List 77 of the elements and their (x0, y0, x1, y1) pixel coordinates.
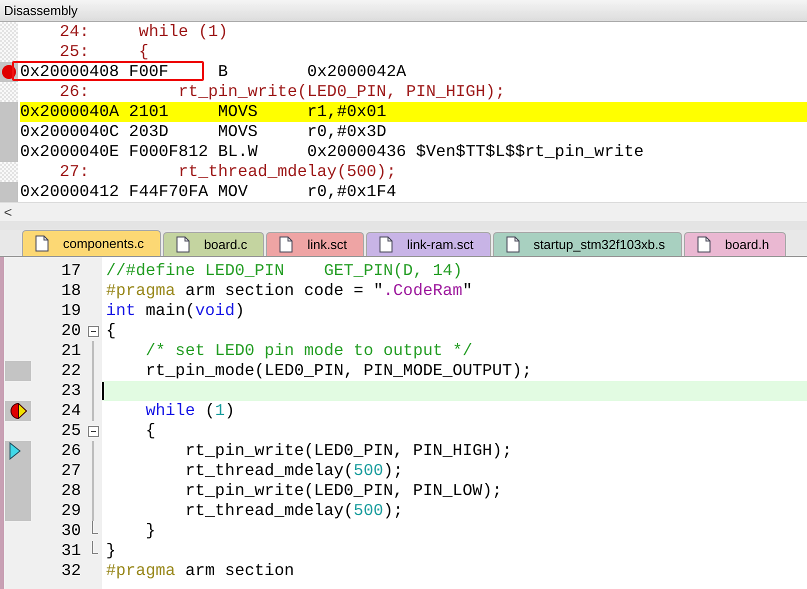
operands: 0x20000436 $Ven$TT$L$$rt_pin_write (307, 142, 644, 162)
code-line: #pragma arm section code = ".CodeRam" (105, 281, 474, 301)
line-number: 29 (60, 501, 82, 521)
code-line: } (105, 541, 117, 561)
operands: 0x2000042A (307, 62, 406, 82)
file-icon (379, 236, 394, 253)
mnemonic: B (218, 62, 229, 82)
line-number: 23 (60, 381, 82, 401)
line-number: 28 (60, 481, 82, 501)
code-line: while (1) (144, 401, 236, 421)
source-line-number: 27: (58, 162, 90, 182)
collapse-icon[interactable] (87, 425, 100, 438)
source-code: rt_thread_mdelay(500); (177, 162, 396, 182)
code-line: //#define LED0_PIN GET_PIN(D, 14) (105, 261, 464, 281)
file-icon (176, 236, 190, 253)
code-line: { (105, 321, 117, 341)
source-code: { (138, 42, 149, 62)
file-tab[interactable]: board.h (684, 232, 786, 256)
file-tab[interactable]: board.c (162, 232, 264, 256)
mnemonic: MOV (218, 182, 249, 202)
code-line: { (144, 421, 157, 441)
code-line: rt_thread_mdelay(500); (184, 461, 404, 481)
line-number: 27 (60, 461, 82, 481)
instruction-address: 0x20000408 (20, 62, 120, 82)
file-tab[interactable]: link.sct (266, 232, 364, 256)
line-number: 20 (60, 321, 82, 341)
line-number: 26 (60, 441, 82, 461)
code-line: rt_pin_write(LED0_PIN, PIN_LOW); (184, 481, 504, 501)
line-number: 32 (60, 561, 82, 581)
opcode: 2101 (128, 102, 169, 122)
operands: r1,#0x01 (307, 102, 386, 122)
instruction-address: 0x20000412 (20, 182, 120, 202)
file-icon (35, 235, 49, 252)
line-number: 25 (60, 421, 82, 441)
instruction-address: 0x2000040E (20, 142, 120, 162)
line-number: 31 (60, 541, 82, 561)
source-line-number: 26: (58, 82, 90, 102)
code-line: rt_pin_mode(LED0_PIN, PIN_MODE_OUTPUT); (144, 361, 533, 381)
opcode: F000F812 (128, 142, 208, 162)
code-line: } (144, 521, 157, 541)
code-line: rt_thread_mdelay(500); (184, 501, 404, 521)
panel-title: Disassembly (4, 3, 78, 18)
line-number: 30 (60, 521, 82, 541)
file-tab[interactable]: components.c (22, 230, 161, 256)
source-code: rt_pin_write(LED0_PIN, PIN_HIGH); (177, 82, 506, 102)
line-number: 19 (60, 301, 82, 321)
opcode: 203D (128, 122, 169, 142)
code-line: rt_pin_write(LED0_PIN, PIN_HIGH); (184, 441, 513, 461)
file-icon (697, 236, 712, 253)
operands: r0,#0x1F4 (307, 182, 396, 202)
source-code: while (1) (138, 22, 228, 42)
source-line-number: 24: (58, 22, 90, 42)
collapse-icon[interactable] (87, 325, 100, 338)
line-number: 17 (60, 261, 82, 281)
source-line-number: 25: (58, 42, 90, 62)
line-number: 22 (60, 361, 82, 381)
line-number: 24 (60, 401, 82, 421)
instruction-address: 0x2000040C (20, 122, 120, 142)
operands: r0,#0x3D (307, 122, 386, 142)
file-tab[interactable]: startup_stm32f103xb.s (492, 232, 682, 256)
mnemonic: BL.W (218, 142, 259, 162)
line-number: 18 (60, 281, 82, 301)
file-icon (506, 236, 520, 253)
code-line: #pragma arm section (105, 561, 296, 581)
instruction-address: 0x2000040A (20, 102, 120, 122)
line-number: 21 (60, 341, 82, 361)
file-icon (279, 236, 294, 253)
mnemonic: MOVS (218, 102, 259, 122)
code-line: int main(void) (105, 301, 246, 321)
mnemonic: MOVS (218, 122, 259, 142)
code-line: /* set LED0 pin mode to output */ (144, 341, 474, 361)
opcode: F00F (128, 62, 169, 82)
file-tab[interactable]: link-ram.sct (366, 232, 490, 256)
text-cursor (102, 382, 104, 400)
horizontal-scrollbar[interactable]: < (0, 202, 807, 221)
scroll-left-button[interactable]: < (0, 204, 16, 220)
opcode: F44F70FA (128, 182, 208, 202)
